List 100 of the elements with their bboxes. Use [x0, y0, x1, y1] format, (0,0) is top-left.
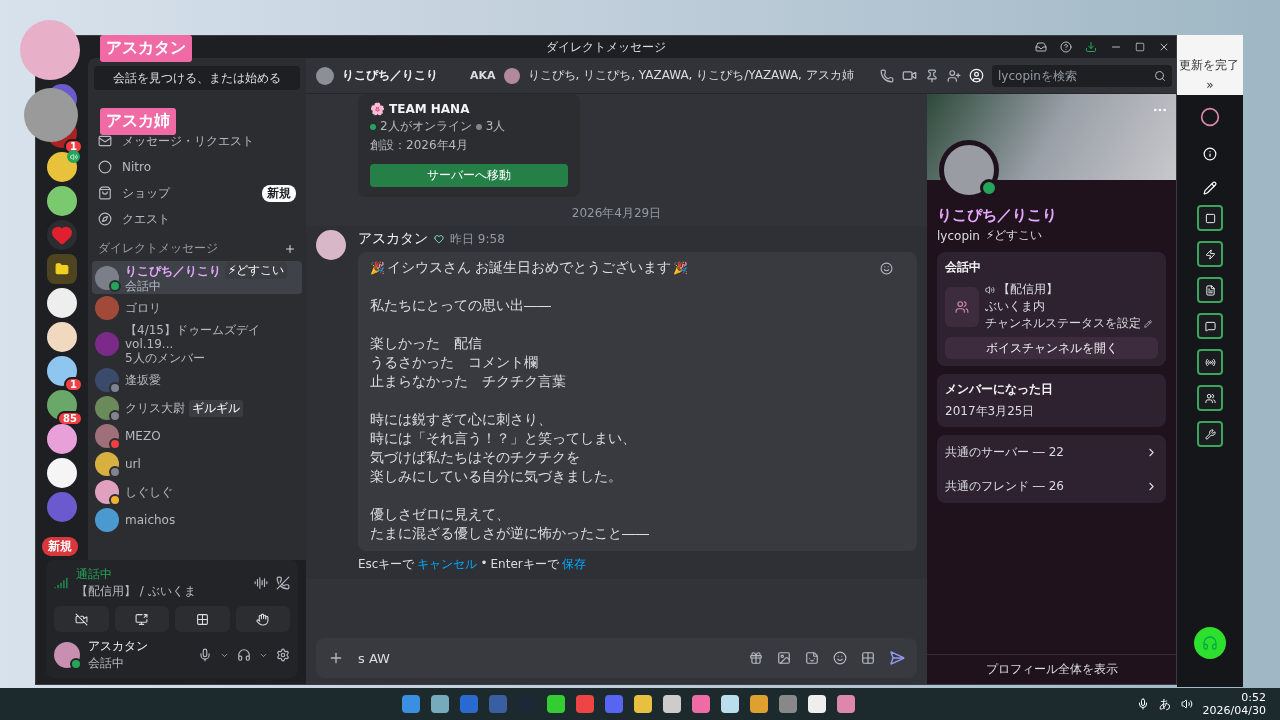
activities-button[interactable] [175, 606, 230, 632]
microphone-icon [1136, 698, 1149, 710]
find-conversation-button[interactable]: 会話を見つける、または始める [94, 66, 300, 90]
taskbar-app-icon[interactable] [430, 695, 449, 713]
chat-icon [1204, 320, 1216, 332]
plus-icon[interactable] [284, 242, 296, 255]
server-icon [945, 286, 979, 327]
mail-icon[interactable] [98, 134, 112, 148]
broadcast-button[interactable] [1197, 349, 1223, 375]
close-icon[interactable] [1158, 41, 1170, 53]
info-icon[interactable] [1203, 147, 1217, 161]
nav-item[interactable]: Nitro [92, 154, 302, 180]
nitro-icon[interactable] [98, 160, 112, 174]
dm-name: しぐしぐ [125, 485, 173, 499]
hand-icon [256, 612, 270, 626]
user-profile-icon[interactable] [969, 68, 984, 83]
flash-button[interactable] [1197, 241, 1223, 267]
cancel-link[interactable]: キャンセル [417, 556, 478, 573]
taskbar-app-icon[interactable] [749, 695, 768, 713]
server-name: TEAM HANA [389, 102, 470, 116]
open-voice-channel-button[interactable]: ボイスチャンネルを開く [945, 337, 1158, 359]
expand-button[interactable]: » [1206, 78, 1214, 92]
set-status-link[interactable]: チャンネルステータスを設定 [985, 315, 1141, 332]
dm-name: url [125, 457, 141, 471]
offline-dot [475, 123, 482, 130]
dm-item[interactable]: 逢坂愛 [92, 366, 302, 394]
view-full-profile-button[interactable]: プロフィール全体を表示 [927, 654, 1176, 684]
people-button[interactable] [1197, 385, 1223, 411]
taskbar-app-icon[interactable] [633, 695, 652, 713]
dm-item[interactable]: しぐしぐ [92, 478, 302, 506]
chat-button[interactable] [1197, 313, 1223, 339]
add-friend-icon[interactable] [947, 68, 961, 83]
nav-item[interactable]: クエスト [92, 206, 302, 232]
taskbar-app-icon[interactable] [807, 695, 826, 713]
clan-tag: ギルギル [189, 399, 243, 417]
emoji-icon[interactable] [833, 651, 847, 665]
wrench-button[interactable] [1197, 421, 1223, 447]
speaker-icon [985, 284, 995, 295]
camera-off-button[interactable] [54, 606, 109, 632]
mutual-link[interactable]: 共通のサーバー ― 22 [945, 435, 1158, 469]
mutual-link[interactable]: 共通のフレンド ― 26 [945, 469, 1158, 503]
ime-indicator[interactable]: あ [1158, 695, 1171, 713]
send-icon[interactable] [889, 650, 905, 666]
server-icon[interactable] [47, 322, 77, 352]
server-icon[interactable] [47, 288, 77, 318]
dm-item[interactable]: 【4/15】ドゥームズデイvol.19... 5人のメンバー [92, 322, 302, 366]
help-icon[interactable] [1060, 41, 1072, 53]
apps-icon[interactable] [861, 651, 875, 665]
emoji-icon[interactable] [880, 262, 893, 275]
server-icon[interactable] [47, 152, 77, 182]
server-icon[interactable] [47, 254, 77, 284]
volume-icon[interactable] [1180, 698, 1193, 710]
headphones-icon[interactable] [237, 648, 251, 662]
maximize-icon[interactable] [1135, 42, 1145, 52]
dm-name: 逢坂愛 [125, 373, 161, 387]
dm-item[interactable]: りこぴち／りこり ⚡どすこい 会話中 [92, 261, 302, 294]
gift-icon[interactable] [749, 651, 763, 665]
server-icon[interactable] [47, 458, 77, 488]
plus-icon[interactable] [328, 650, 344, 666]
download-icon[interactable] [1085, 41, 1097, 53]
inbox-icon[interactable] [1035, 41, 1047, 53]
settings-icon[interactable] [276, 648, 290, 662]
soundboard-button[interactable] [235, 606, 290, 632]
party-popper-emoji: 🎉 [370, 260, 385, 275]
document-button[interactable] [1197, 277, 1223, 303]
shop-icon[interactable] [98, 186, 112, 200]
screen-share-button[interactable] [114, 606, 169, 632]
hint-text: Enterキーで [490, 556, 559, 573]
taskbar-app-icon[interactable] [691, 695, 710, 713]
nav-item[interactable]: ショップ 新規 [92, 180, 302, 206]
headset-button[interactable] [1194, 627, 1226, 659]
clock[interactable]: 0:52 2026/04/30 [1202, 691, 1266, 717]
search-field[interactable]: lycopinを検索 [992, 64, 1172, 87]
sticker-icon[interactable] [805, 651, 819, 665]
save-link[interactable]: 保存 [561, 556, 586, 573]
pin-icon[interactable] [925, 68, 939, 83]
message-input[interactable]: s AW [358, 650, 735, 666]
headset-icon [1202, 635, 1218, 651]
taskbar-app-icon[interactable] [546, 695, 565, 713]
capture-button[interactable] [1197, 205, 1223, 231]
disconnect-icon[interactable] [276, 576, 290, 590]
stream-avatar-overlay [24, 88, 78, 142]
taskbar-app-icon[interactable] [836, 695, 855, 713]
noise-icon[interactable] [254, 576, 268, 590]
go-to-server-button[interactable]: サーバーへ移動 [370, 164, 568, 187]
taskbar-app-icon[interactable] [720, 695, 739, 713]
dm-item[interactable]: クリス大尉 ギルギル [92, 394, 302, 422]
compass-icon[interactable] [98, 212, 112, 226]
name-tag-overlay: アスカタン [100, 35, 192, 62]
message-edit-field[interactable]: 🎉イシウスさん お誕生日おめでとうございます🎉 私たちにとっての思い出―― 楽しかった 配信 うるさかった コメント欄 止まらなかった チクチク言葉 時には鋭すぎて心に刺さり、 時には「それ言う！？」と笑ってしまい、 気づけば私たちはそのチクチクを 楽しみにしている自分に気づきました。 優しさゼロに見えて、 たまに混ざる優しさが逆に怖かったこと―― [358, 252, 917, 551]
video-icon[interactable] [902, 68, 917, 83]
microphone-icon[interactable] [198, 648, 212, 662]
phone-icon[interactable] [880, 68, 894, 83]
dm-item[interactable]: ゴロリ [92, 294, 302, 322]
server-icon[interactable] [47, 424, 77, 454]
dm-item[interactable]: url [92, 450, 302, 478]
dm-item[interactable]: maichos [92, 506, 302, 534]
dm-item[interactable]: MEZO [92, 422, 302, 450]
taskbar-app-icon[interactable] [662, 695, 681, 713]
server-icon[interactable] [47, 186, 77, 216]
